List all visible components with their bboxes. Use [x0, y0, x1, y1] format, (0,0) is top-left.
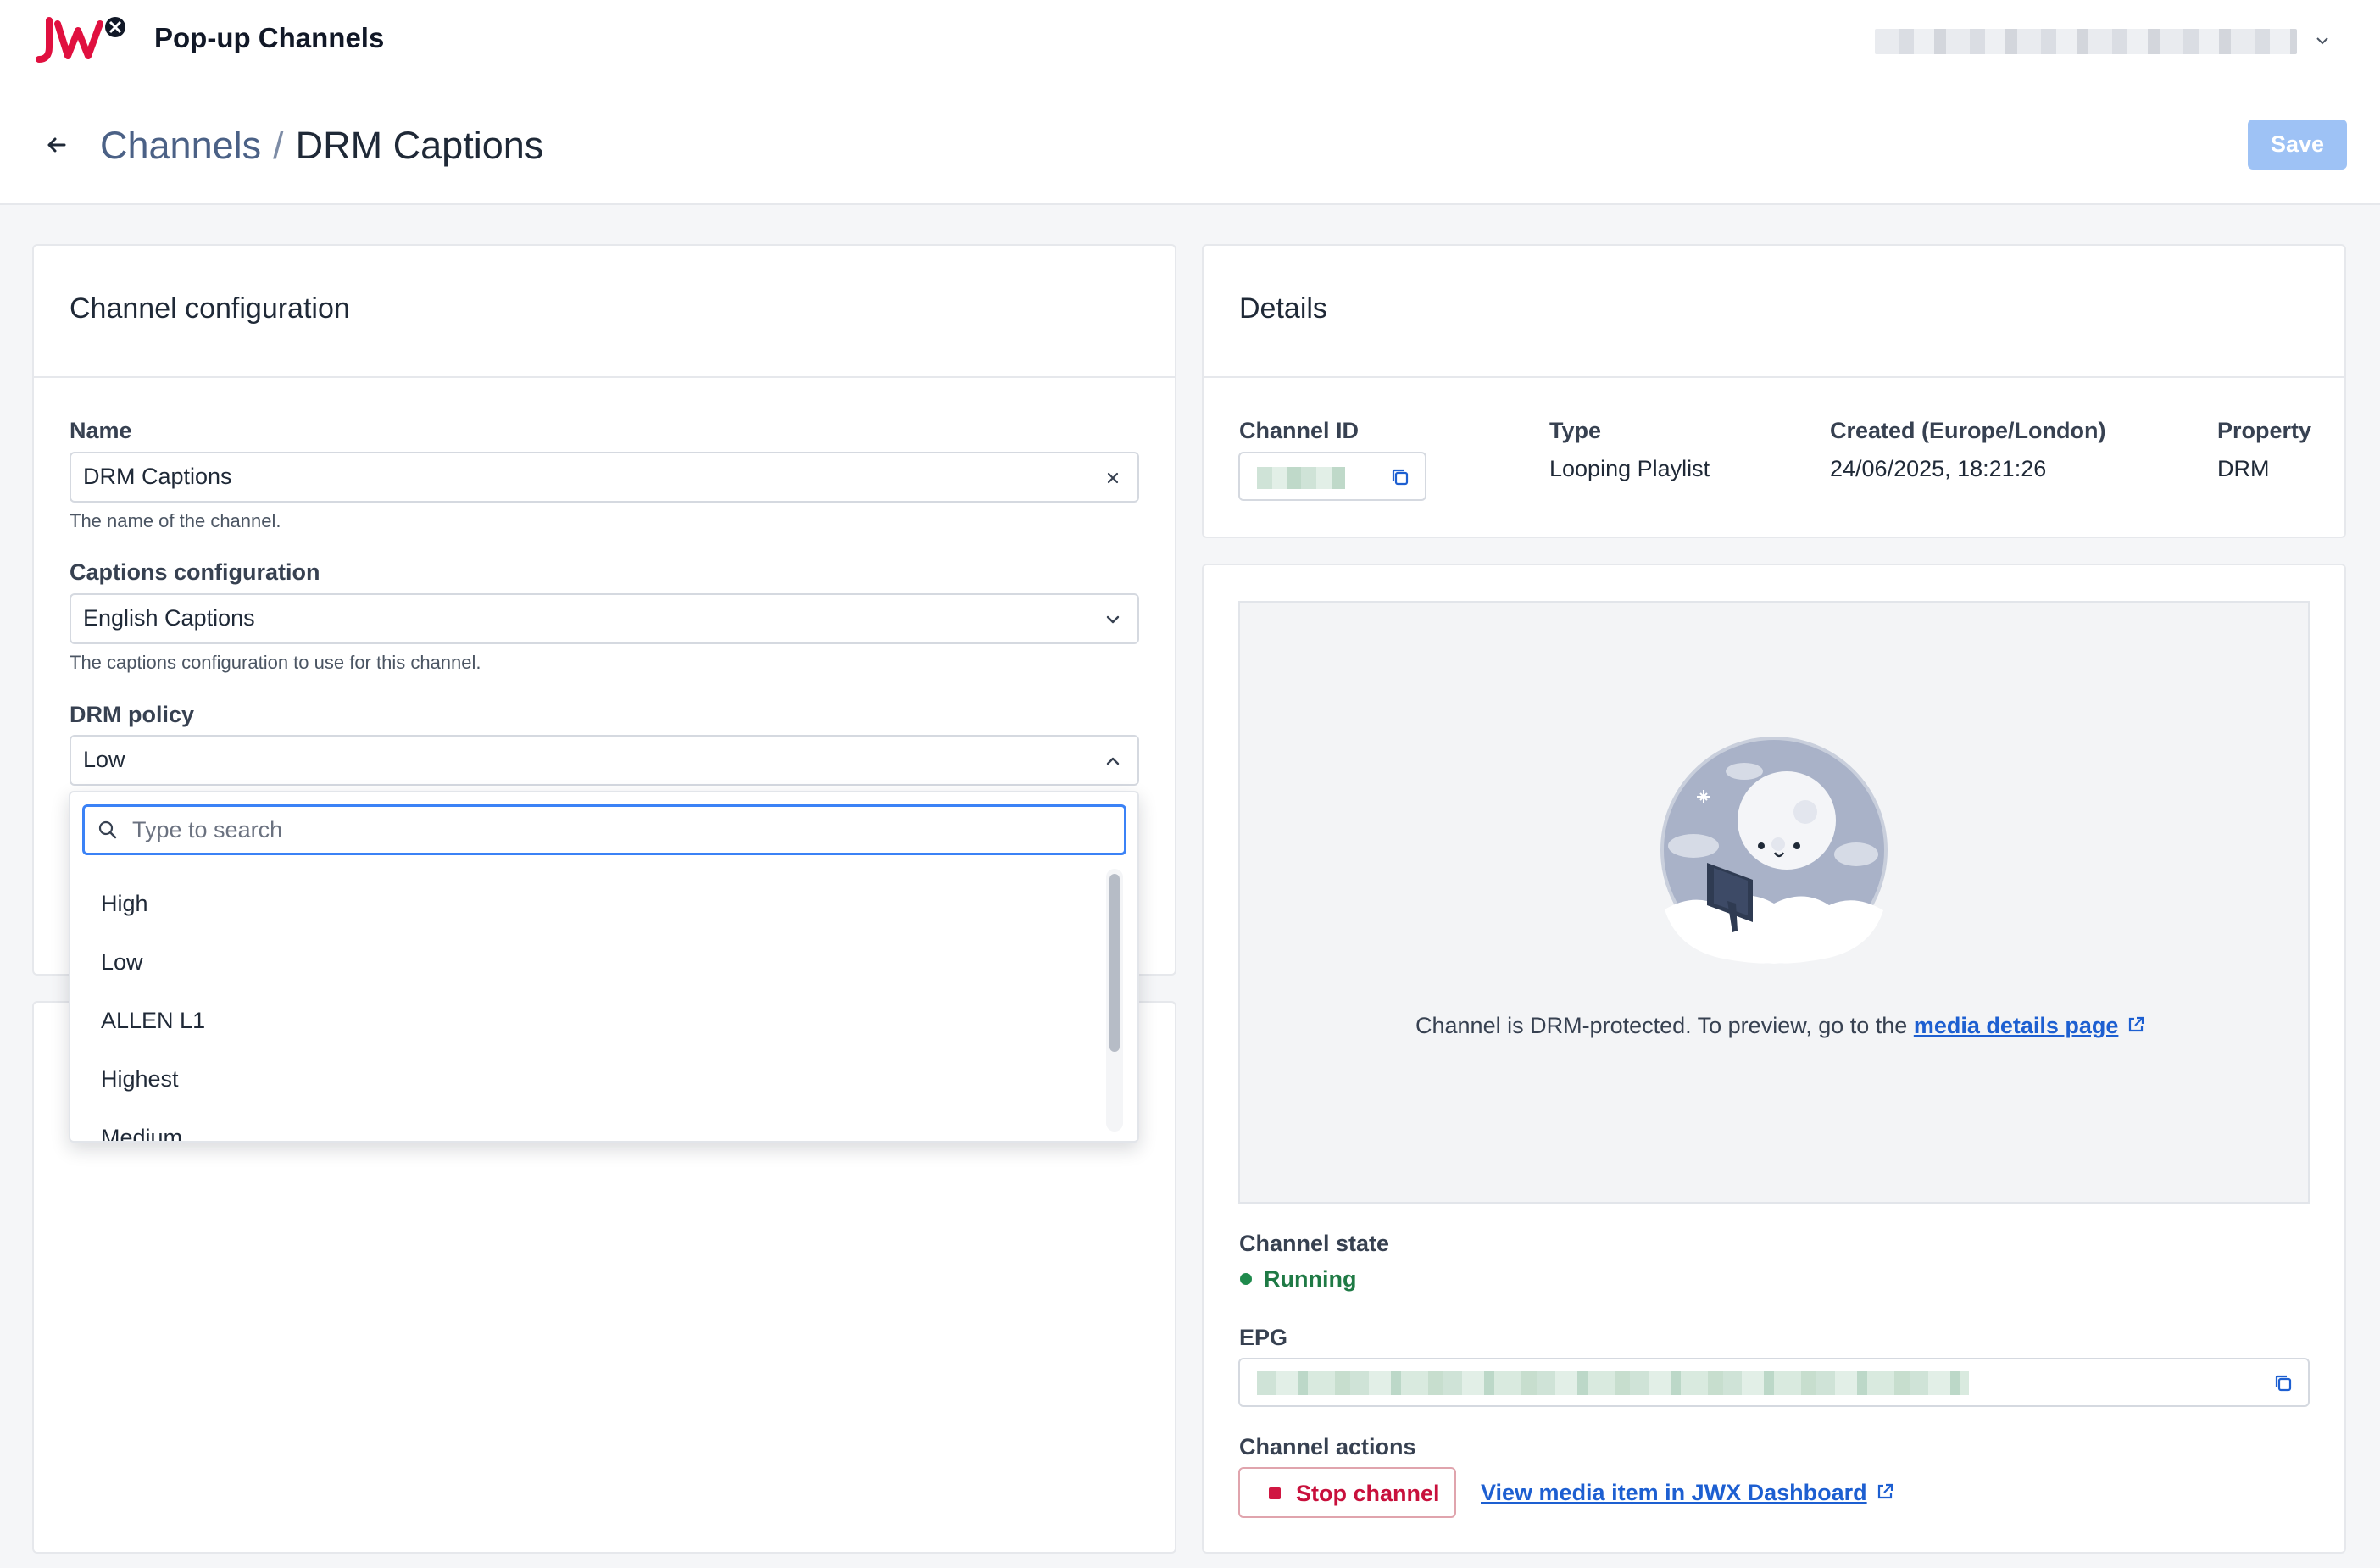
drm-option-highest[interactable]: Highest [101, 1066, 179, 1093]
created-value: 24/06/2025, 18:21:26 [1830, 456, 2047, 481]
chevron-down-icon [2316, 37, 2328, 45]
media-details-link[interactable]: media details page [1914, 1013, 2119, 1038]
epg-label: EPG [1239, 1325, 1288, 1350]
jw-logo-icon[interactable] [31, 12, 129, 68]
name-input[interactable]: DRM Captions [70, 452, 1139, 503]
app-name: Pop-up Channels [154, 22, 385, 53]
stop-icon [1269, 1487, 1281, 1499]
drm-search-box[interactable] [82, 804, 1126, 855]
drm-policy-select[interactable]: Low [70, 735, 1139, 786]
name-input-value: DRM Captions [83, 464, 232, 489]
channel-configuration-title: Channel configuration [70, 292, 350, 325]
channel-state-label: Channel state [1239, 1231, 1390, 1256]
captions-label: Captions configuration [70, 559, 320, 585]
type-label: Type [1549, 418, 1602, 443]
drm-option-allen-l1[interactable]: ALLEN L1 [101, 1008, 205, 1034]
epg-url-redacted [1257, 1371, 1969, 1395]
captions-select[interactable]: English Captions [70, 593, 1139, 644]
view-in-jwx-link[interactable]: View media item in JWX Dashboard [1481, 1480, 1867, 1505]
drm-policy-label: DRM policy [70, 702, 195, 727]
drm-option-high[interactable]: High [101, 891, 148, 917]
property-label: Property [2217, 418, 2312, 443]
view-in-jwx-dashboard: View media item in JWX Dashboard [1481, 1480, 1896, 1506]
name-help: The name of the channel. [70, 510, 281, 531]
created-label: Created (Europe/London) [1830, 418, 2106, 443]
close-icon[interactable] [1102, 467, 1124, 489]
type-value: Looping Playlist [1549, 456, 1710, 481]
drm-policy-select-value: Low [83, 747, 125, 772]
epg-url-field [1238, 1358, 2310, 1407]
captions-help: The captions configuration to use for th… [70, 652, 481, 673]
chevron-down-icon [1106, 615, 1120, 624]
name-label: Name [70, 418, 132, 443]
status-indicator [1240, 1273, 1252, 1285]
channel-actions-label: Channel actions [1239, 1434, 1416, 1460]
drm-option-medium[interactable]: Medium [101, 1125, 182, 1141]
card-divider [34, 376, 1175, 378]
stop-channel-button[interactable]: Stop channel [1238, 1467, 1456, 1518]
external-link-icon[interactable] [1874, 1481, 1896, 1503]
drm-options-list: High Low ALLEN L1 Highest Medium [70, 869, 1121, 1141]
drm-policy-dropdown: High Low ALLEN L1 Highest Medium [69, 791, 1139, 1143]
moon-illustration [1660, 737, 1888, 964]
copy-icon[interactable] [2272, 1372, 2294, 1394]
card-divider [1204, 376, 2344, 378]
copy-icon[interactable] [1389, 466, 1411, 488]
property-value: DRM [2217, 456, 2270, 481]
drm-preview-message: Channel is DRM-protected. To preview, go… [1415, 1013, 2147, 1039]
search-icon [98, 820, 117, 839]
chevron-up-icon [1106, 757, 1120, 765]
save-button[interactable]: Save [2248, 120, 2347, 170]
user-menu[interactable] [1875, 25, 2333, 58]
breadcrumb-separator: / [273, 124, 284, 167]
drm-preview-text: Channel is DRM-protected. To preview, go… [1415, 1013, 1914, 1038]
user-name-redacted [1875, 29, 2297, 54]
details-title: Details [1239, 292, 1327, 325]
drm-search-input[interactable] [132, 812, 1107, 848]
drm-option-low[interactable]: Low [101, 949, 143, 976]
dropdown-scrollbar-thumb[interactable] [1109, 874, 1120, 1052]
breadcrumb-channels-link[interactable]: Channels [100, 124, 261, 167]
top-bar: Pop-up Channels Channels / DRM Captions Sa… [0, 0, 2380, 205]
channel-id-label: Channel ID [1239, 418, 1360, 443]
channel-state-value: Running [1264, 1266, 1357, 1292]
page-title: DRM Captions [295, 124, 544, 167]
channel-id-redacted [1257, 467, 1345, 489]
arrow-left-icon[interactable] [42, 131, 71, 159]
channel-id-field [1238, 452, 1426, 501]
external-link-icon[interactable] [2125, 1014, 2147, 1036]
stop-channel-label: Stop channel [1296, 1481, 1440, 1506]
breadcrumb: Channels / DRM Captions [100, 122, 543, 170]
captions-select-value: English Captions [83, 605, 255, 631]
